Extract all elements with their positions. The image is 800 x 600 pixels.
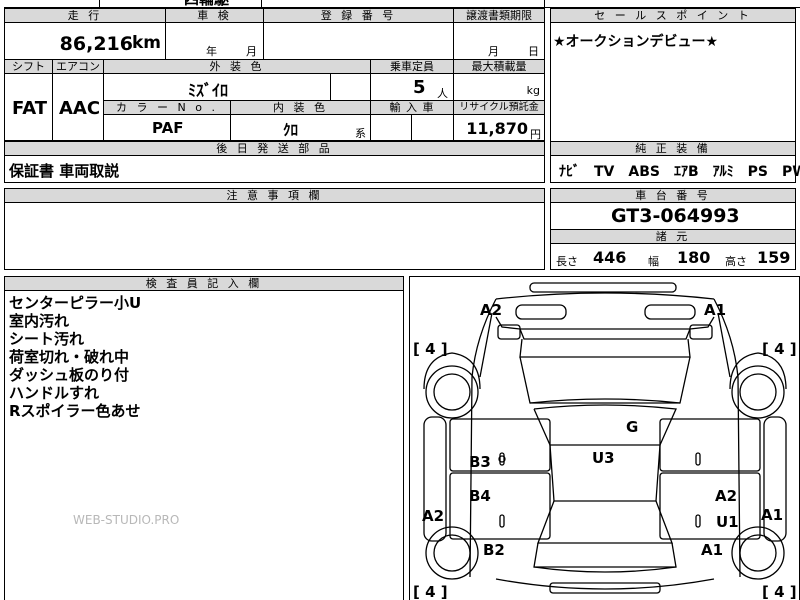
inspector-note: Rスポイラー色あせ: [9, 402, 141, 420]
transfer-month: 月: [488, 45, 499, 58]
chassis-value: GT3-064993: [611, 205, 740, 227]
damage-mark-a2-right-rear-door: A2: [715, 487, 738, 505]
later-parts-header: 後 日 発 送 部 品: [4, 141, 545, 156]
tire-tread-front-left: [ 4 ]: [413, 340, 448, 358]
inspector-cell: センターピラー小U 室内汚れ シート汚れ 荷室切れ・破れ中 ダッシュ板のり付 ハ…: [4, 290, 404, 600]
later-parts-cell: 保証書 車両取説: [4, 155, 545, 183]
interior-color-header: 内 装 色: [230, 100, 371, 115]
equipment-header: 純 正 装 備: [550, 141, 796, 156]
recycle-value: 11,870: [466, 119, 528, 138]
dimensions-cell: 長さ 446 幅 180 高さ 159: [550, 243, 796, 270]
inspector-notes-list: センターピラー小U 室内汚れ シート汚れ 荷室切れ・破れ中 ダッシュ板のり付 ハ…: [9, 294, 141, 420]
mileage-unit: km: [131, 33, 161, 53]
damage-mark-a2-front-left: A2: [480, 301, 503, 319]
damage-mark-g-windshield: G: [626, 418, 639, 436]
exterior-color-extra-cell: [330, 73, 371, 101]
capacity-header: 乗車定員: [370, 59, 454, 74]
watermark: WEB-STUDIO.PRO: [73, 513, 180, 527]
tire-tread-rear-left: [ 4 ]: [413, 583, 448, 600]
car-diagram: [423, 282, 787, 594]
recycle-cell: 11,870 円: [453, 114, 545, 141]
mileage-value: 86,216: [59, 33, 133, 55]
dimensions-header: 諸 元: [550, 229, 796, 244]
aircon-value: AAC: [59, 98, 101, 119]
inspector-note: センターピラー小U: [9, 294, 142, 312]
import-cell-left: [370, 114, 412, 141]
exterior-color-value: ﾐｽﾞｲﾛ: [188, 81, 229, 100]
inspector-note: ハンドルすれ: [9, 384, 100, 402]
recycle-unit: 円: [530, 128, 541, 141]
damage-mark-a1-front-right: A1: [704, 301, 727, 319]
color-no-value: PAF: [152, 119, 184, 137]
inspector-note: 室内汚れ: [9, 312, 70, 330]
capacity-unit: 人: [437, 87, 448, 100]
color-no-cell: PAF: [103, 114, 231, 141]
inspector-note: ダッシュ板のり付: [9, 366, 130, 384]
exterior-color-header: 外 装 色: [103, 59, 371, 74]
damage-mark-b3-left-front-door: B3: [469, 453, 491, 471]
height-label: 高さ: [725, 255, 747, 268]
registration-header: 登 録 番 号: [263, 8, 454, 23]
interior-color-suffix: 系: [355, 127, 366, 140]
interior-color-cell: ｸﾛ 系: [230, 114, 371, 141]
mileage-cell: 86,216 km: [4, 22, 166, 60]
damage-mark-a1-right-rear: A1: [701, 541, 724, 559]
inspector-note: 荷室切れ・破れ中: [9, 348, 130, 366]
inspector-header: 検 査 員 記 入 欄: [4, 276, 404, 291]
transfer-deadline-cell: 月 日: [453, 22, 545, 60]
aircon-header: エアコン: [52, 59, 104, 74]
width-label: 幅: [648, 255, 659, 268]
damage-mark-a2-left-sill: A2: [422, 507, 445, 525]
notes-cell: [4, 202, 545, 270]
car-diagram-panel: [ 4 ] [ 4 ] [ 4 ] [ 4 ] A2 A1 G U3 B3 B4…: [409, 276, 800, 600]
chassis-cell: GT3-064993: [550, 202, 796, 230]
inspection-cell: 年 月: [165, 22, 264, 60]
shift-header: シフト: [4, 59, 53, 74]
capacity-value: 5: [413, 77, 426, 98]
inspection-header: 車 検: [165, 8, 264, 23]
exterior-color-cell: ﾐｽﾞｲﾛ: [103, 73, 331, 101]
interior-color-value: ｸﾛ: [283, 121, 299, 139]
transfer-deadline-header: 譲渡書類期限: [453, 8, 545, 23]
mileage-header: 走 行: [4, 8, 166, 23]
inspection-year: 年: [206, 45, 217, 58]
import-cell-right: [411, 114, 454, 141]
inspector-note: シート汚れ: [9, 330, 85, 348]
capacity-cell: 5 人: [370, 73, 454, 101]
notes-header: 注 意 事 項 欄: [4, 188, 545, 203]
later-parts-value: 保証書 車両取説: [9, 162, 120, 180]
damage-mark-u3-roof: U3: [592, 449, 615, 467]
sales-point-cell: ★オークションデビュー★: [550, 22, 796, 142]
color-no-header: カ ラ ー N o .: [103, 100, 231, 115]
tire-tread-rear-right: [ 4 ]: [762, 583, 797, 600]
damage-mark-u1-right-rear-door: U1: [716, 513, 739, 531]
inspection-month: 月: [246, 45, 257, 58]
top-partial-cell-1: [4, 0, 100, 8]
recycle-header: リサイクル預託金: [453, 100, 545, 115]
chassis-header: 車 台 番 号: [550, 188, 796, 203]
tire-tread-front-right: [ 4 ]: [762, 340, 797, 358]
height-value: 159: [757, 248, 791, 267]
sales-point-header: セ ー ル ス ポ イ ン ト: [550, 8, 796, 23]
sales-point-text: ★オークションデビュー★: [553, 34, 719, 50]
shift-value: FAT: [12, 98, 48, 119]
registration-cell: [263, 22, 454, 60]
damage-mark-b2-left-rear: B2: [483, 541, 505, 559]
max-load-cell: kg: [453, 73, 545, 101]
import-header: 輸 入 車: [370, 100, 454, 115]
aircon-cell: AAC: [52, 73, 104, 141]
max-load-header: 最大積載量: [453, 59, 545, 74]
max-load-unit: kg: [526, 84, 540, 97]
length-value: 446: [593, 248, 627, 267]
top-partial-row: 四輪駆: [4, 0, 800, 8]
shift-cell: FAT: [4, 73, 53, 141]
transfer-day: 日: [528, 45, 539, 58]
width-value: 180: [677, 248, 711, 267]
equipment-cell: ﾅﾋﾞ TV ABS ｴｱB ｱﾙﾐ PS PW: [550, 155, 800, 183]
length-label: 長さ: [556, 255, 578, 268]
damage-mark-b4-left-rear-door: B4: [469, 487, 491, 505]
top-partial-cell-3: [544, 0, 800, 8]
equipment-value: ﾅﾋﾞ TV ABS ｴｱB ｱﾙﾐ PS PW: [559, 164, 800, 180]
damage-mark-a1-right-sill: A1: [761, 506, 784, 524]
